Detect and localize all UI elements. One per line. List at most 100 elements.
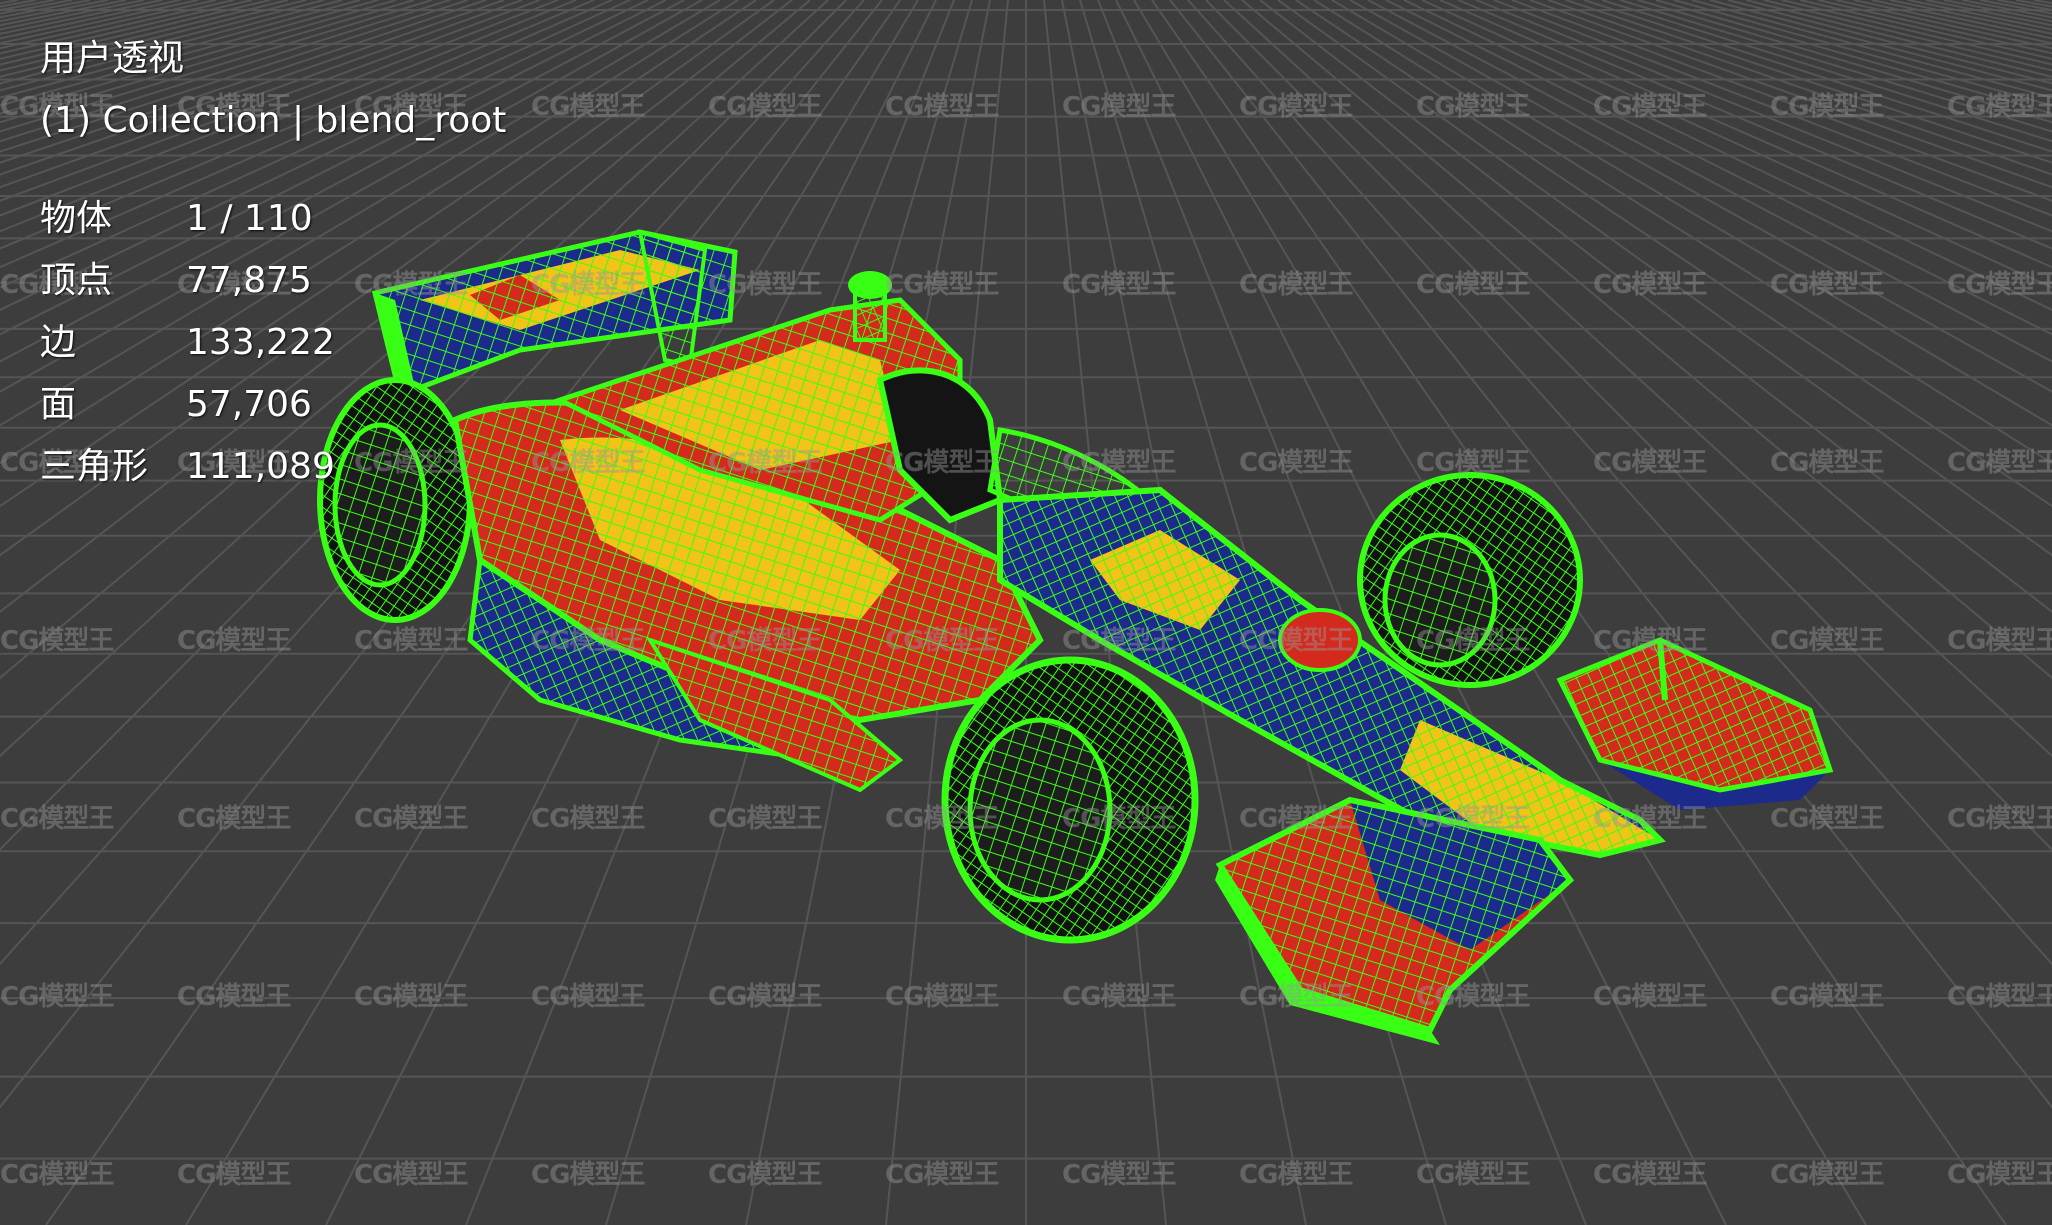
stat-row-vertices: 顶点 77,875: [40, 250, 506, 312]
watermark-text: CG模型王: [708, 982, 822, 1012]
grid-line: [1637, 0, 2052, 124]
watermark-text: CG模型王: [531, 270, 645, 300]
watermark-text: CG模型王: [1062, 626, 1176, 656]
scene-statistics: 物体 1 / 110 顶点 77,875 边 133,222 面 57,706 …: [40, 188, 506, 498]
watermark-text: CG模型王: [1062, 92, 1176, 122]
watermark-text: CG模型王: [1416, 982, 1530, 1012]
watermark-text: CG模型王: [1239, 270, 1353, 300]
watermark-text: CG模型王: [354, 1160, 468, 1190]
watermark-text: CG模型王: [1062, 448, 1176, 478]
watermark-text: CG模型王: [1416, 804, 1530, 834]
watermark-text: CG模型王: [1239, 626, 1353, 656]
stat-label: 物体: [40, 198, 113, 239]
watermark-text: CG模型王: [531, 448, 645, 478]
watermark-text: CG模型王: [1947, 270, 2052, 300]
watermark-text: CG模型王: [1416, 1160, 1530, 1190]
stat-label: 面: [40, 384, 77, 425]
watermark-text: CG模型王: [708, 1160, 822, 1190]
stat-row-objects: 物体 1 / 110: [40, 188, 506, 250]
watermark-text: CG模型王: [708, 92, 822, 122]
watermark-text: CG模型王: [1593, 1160, 1707, 1190]
watermark-text: CG模型王: [1239, 448, 1353, 478]
watermark-text: CG模型王: [531, 1160, 645, 1190]
watermark-text: CG模型王: [1239, 804, 1353, 834]
watermark-text: CG模型王: [1239, 982, 1353, 1012]
watermark-text: CG模型王: [1062, 804, 1176, 834]
watermark-text: CG模型王: [1416, 270, 1530, 300]
watermark-text: CG模型王: [1770, 804, 1884, 834]
stat-row-edges: 边 133,222: [40, 312, 506, 374]
watermark-text: CG模型王: [0, 982, 114, 1012]
watermark-text: CG模型王: [1947, 1160, 2052, 1190]
grid-line: [2015, 0, 2052, 8]
grid-line: [1907, 0, 2052, 31]
grid-line: [1619, 0, 2052, 133]
watermark-text: CG模型王: [531, 804, 645, 834]
watermark-text: CG模型王: [1770, 270, 1884, 300]
watermark-text: CG模型王: [1947, 92, 2052, 122]
viewport-text-overlay: 用户透视 (1) Collection | blend_root 物体 1 / …: [40, 28, 506, 498]
watermark-text: CG模型王: [708, 270, 822, 300]
stat-value: 1 / 110: [186, 198, 313, 239]
watermark-text: CG模型王: [1593, 448, 1707, 478]
watermark-text: CG模型王: [885, 982, 999, 1012]
stat-label: 三角形: [40, 446, 149, 487]
grid-line: [1583, 0, 2052, 153]
stat-value: 77,875: [186, 260, 312, 301]
watermark-text: CG模型王: [1593, 270, 1707, 300]
watermark-text: CG模型王: [885, 626, 999, 656]
watermark-text: CG模型王: [1593, 92, 1707, 122]
stat-row-triangles: 三角形 111,089: [40, 436, 506, 498]
watermark-text: CG模型王: [1062, 270, 1176, 300]
watermark-text: CG模型王: [531, 982, 645, 1012]
watermark-text: CG模型王: [177, 804, 291, 834]
view-name-label: 用户透视: [40, 38, 185, 79]
watermark-text: CG模型王: [1593, 982, 1707, 1012]
stat-row-faces: 面 57,706: [40, 374, 506, 436]
watermark-text: CG模型王: [177, 982, 291, 1012]
watermark-text: CG模型王: [708, 626, 822, 656]
stat-value: 57,706: [186, 384, 312, 425]
watermark-text: CG模型王: [354, 982, 468, 1012]
grid-line: [1691, 0, 2052, 99]
watermark-text: CG模型王: [1947, 804, 2052, 834]
watermark-text: CG模型王: [1770, 92, 1884, 122]
stat-value: 133,222: [186, 322, 335, 363]
watermark-text: CG模型王: [708, 448, 822, 478]
grid-line: [1799, 0, 2052, 60]
front-wing-right: [1556, 637, 1834, 810]
watermark-text: CG模型王: [1770, 626, 1884, 656]
watermark-text: CG模型王: [1416, 448, 1530, 478]
watermark-text: CG模型王: [885, 92, 999, 122]
watermark-text: CG模型王: [0, 1160, 114, 1190]
watermark-text: CG模型王: [531, 92, 645, 122]
grid-line: [1835, 0, 2052, 50]
watermark-text: CG模型王: [0, 626, 114, 656]
watermark-text: CG模型王: [0, 804, 114, 834]
collection-label: (1) Collection | blend_root: [40, 100, 507, 141]
watermark-text: CG模型王: [708, 804, 822, 834]
watermark-text: CG模型王: [354, 626, 468, 656]
grid-line: [1223, 0, 2052, 758]
stat-value: 111,089: [186, 446, 335, 487]
watermark-text: CG模型王: [354, 804, 468, 834]
watermark-text: CG模型王: [885, 804, 999, 834]
watermark-text: CG模型王: [177, 626, 291, 656]
watermark-text: CG模型王: [1239, 1160, 1353, 1190]
watermark-text: CG模型王: [1770, 982, 1884, 1012]
watermark-text: CG模型王: [1947, 448, 2052, 478]
grid-line: [1943, 0, 2052, 23]
watermark-text: CG模型王: [531, 626, 645, 656]
grid-line: [1853, 0, 2052, 45]
watermark-text: CG模型王: [1770, 1160, 1884, 1190]
watermark-text: CG模型王: [1770, 448, 1884, 478]
watermark-text: CG模型王: [1947, 982, 2052, 1012]
watermark-text: CG模型王: [885, 1160, 999, 1190]
watermark-text: CG模型王: [177, 1160, 291, 1190]
watermark-text: CG模型王: [1239, 92, 1353, 122]
watermark-text: CG模型王: [1062, 1160, 1176, 1190]
watermark-text: CG模型王: [1593, 626, 1707, 656]
watermark-text: CG模型王: [1416, 92, 1530, 122]
stat-label: 边: [40, 322, 77, 363]
stat-label: 顶点: [40, 260, 113, 301]
